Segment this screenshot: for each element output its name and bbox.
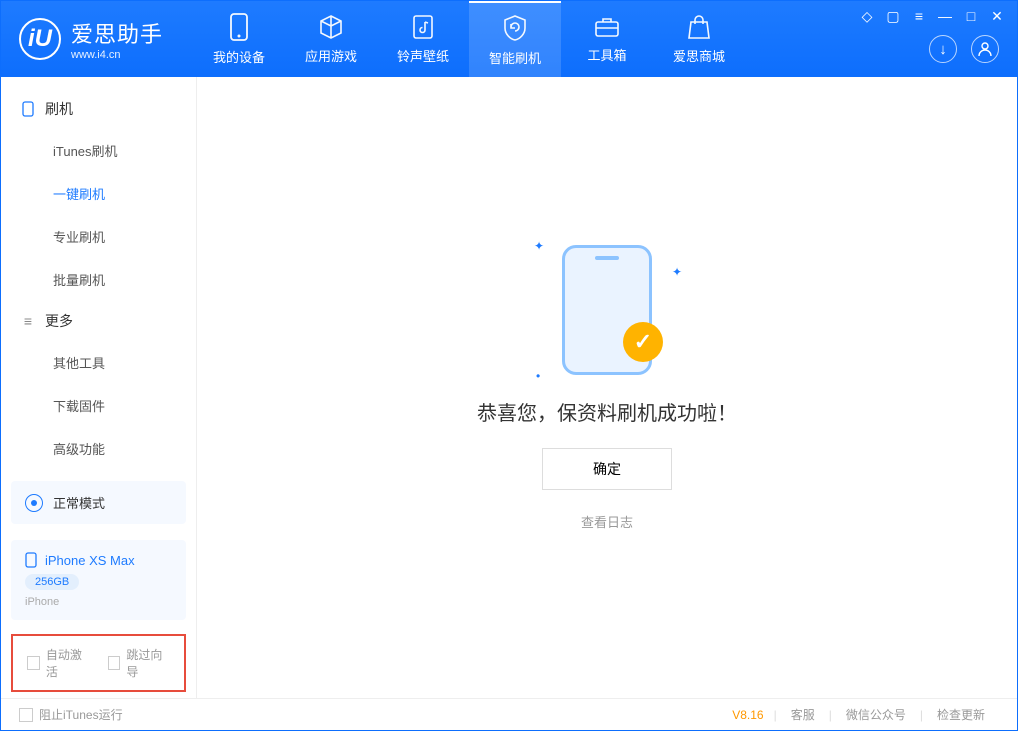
sparkle-icon: • [536, 369, 540, 383]
sidebar: 刷机 iTunes刷机 一键刷机 专业刷机 批量刷机 ≡ 更多 其他工具 下载固… [1, 77, 197, 698]
tab-label: 爱思商城 [673, 46, 725, 65]
tab-apps-games[interactable]: 应用游戏 [285, 1, 377, 77]
tab-label: 智能刷机 [489, 48, 541, 67]
footer-service-link[interactable]: 客服 [777, 706, 829, 723]
checkbox-label: 自动激活 [46, 646, 90, 680]
sidebar-item-advanced[interactable]: 高级功能 [1, 427, 196, 470]
sidebar-item-download-firmware[interactable]: 下载固件 [1, 384, 196, 427]
mode-indicator-icon [25, 494, 43, 512]
phone-icon [229, 13, 249, 41]
checkbox-icon [27, 656, 40, 670]
group-title: 更多 [45, 311, 73, 331]
checkbox-label: 阻止iTunes运行 [39, 706, 123, 723]
tab-store[interactable]: 爱思商城 [653, 1, 745, 77]
maximize-button[interactable]: □ [959, 5, 983, 27]
theme-icon[interactable]: ◇ [855, 5, 879, 27]
close-button[interactable]: ✕ [985, 5, 1009, 27]
checkbox-icon [108, 656, 121, 670]
music-note-icon [411, 14, 435, 40]
device-storage-badge: 256GB [25, 574, 79, 590]
device-card[interactable]: iPhone XS Max 256GB iPhone [11, 540, 186, 620]
app-subtitle: www.i4.cn [71, 49, 163, 61]
skip-guide-checkbox[interactable]: 跳过向导 [108, 646, 171, 680]
block-itunes-checkbox[interactable]: 阻止iTunes运行 [19, 706, 123, 723]
ok-button[interactable]: 确定 [542, 448, 672, 490]
tab-label: 应用游戏 [305, 46, 357, 65]
main-tabs: 我的设备 应用游戏 铃声壁纸 智能刷机 工具箱 [193, 1, 745, 77]
sparkle-icon: ✦ [534, 239, 544, 253]
success-message: 恭喜您，保资料刷机成功啦！ [477, 397, 737, 426]
tab-toolbox[interactable]: 工具箱 [561, 1, 653, 77]
group-title: 刷机 [45, 99, 73, 119]
phone-small-icon [21, 102, 35, 116]
tab-label: 我的设备 [213, 47, 265, 66]
tab-ringtones-wallpapers[interactable]: 铃声壁纸 [377, 1, 469, 77]
tab-label: 工具箱 [588, 45, 627, 64]
minimize-button[interactable]: — [933, 5, 957, 27]
app-title: 爱思助手 [71, 17, 163, 49]
logo-icon: iU [19, 18, 61, 60]
sparkle-icon: ✦ [672, 265, 682, 279]
app-header: iU 爱思助手 www.i4.cn 我的设备 应用游戏 铃声壁纸 [1, 1, 1017, 77]
download-button[interactable]: ↓ [929, 35, 957, 63]
main-content: ✓ ✦ ✦ • 恭喜您，保资料刷机成功啦！ 确定 查看日志 [197, 77, 1017, 698]
sidebar-group-more: ≡ 更多 [1, 301, 196, 341]
shopping-bag-icon [687, 14, 711, 40]
footer-bar: 阻止iTunes运行 V8.16 | 客服 | 微信公众号 | 检查更新 [1, 698, 1017, 730]
view-log-link[interactable]: 查看日志 [581, 512, 633, 531]
tab-label: 铃声壁纸 [397, 46, 449, 65]
mode-card[interactable]: 正常模式 [11, 481, 186, 524]
toolbox-icon [593, 15, 621, 39]
window-controls: ◇ ▢ ≡ — □ ✕ [847, 1, 1017, 31]
flash-options-row: 自动激活 跳过向导 [11, 634, 186, 692]
menu-icon[interactable]: ≡ [907, 5, 931, 27]
device-type: iPhone [25, 596, 172, 608]
list-icon: ≡ [21, 314, 35, 328]
phone-illustration: ✓ ✦ ✦ • [562, 245, 652, 375]
footer-wechat-link[interactable]: 微信公众号 [832, 706, 920, 723]
checkbox-icon [19, 708, 33, 722]
auto-activate-checkbox[interactable]: 自动激活 [27, 646, 90, 680]
shield-refresh-icon [502, 14, 528, 42]
checkbox-label: 跳过向导 [126, 646, 170, 680]
cube-icon [318, 14, 344, 40]
feedback-icon[interactable]: ▢ [881, 5, 905, 27]
footer-update-link[interactable]: 检查更新 [923, 706, 999, 723]
sidebar-item-onekey-flash[interactable]: 一键刷机 [1, 172, 196, 215]
tab-smart-flash[interactable]: 智能刷机 [469, 1, 561, 77]
tab-my-device[interactable]: 我的设备 [193, 1, 285, 77]
sidebar-item-batch-flash[interactable]: 批量刷机 [1, 258, 196, 301]
mode-label: 正常模式 [53, 493, 105, 512]
sidebar-group-flash: 刷机 [1, 89, 196, 129]
sidebar-item-pro-flash[interactable]: 专业刷机 [1, 215, 196, 258]
device-name: iPhone XS Max [45, 553, 135, 568]
device-small-icon [25, 552, 37, 568]
sidebar-item-other-tools[interactable]: 其他工具 [1, 341, 196, 384]
header-actions: ↓ [929, 35, 999, 63]
success-check-icon: ✓ [623, 322, 663, 362]
sidebar-item-itunes-flash[interactable]: iTunes刷机 [1, 129, 196, 172]
version-label: V8.16 [732, 708, 763, 722]
app-logo: iU 爱思助手 www.i4.cn [19, 17, 163, 61]
user-button[interactable] [971, 35, 999, 63]
